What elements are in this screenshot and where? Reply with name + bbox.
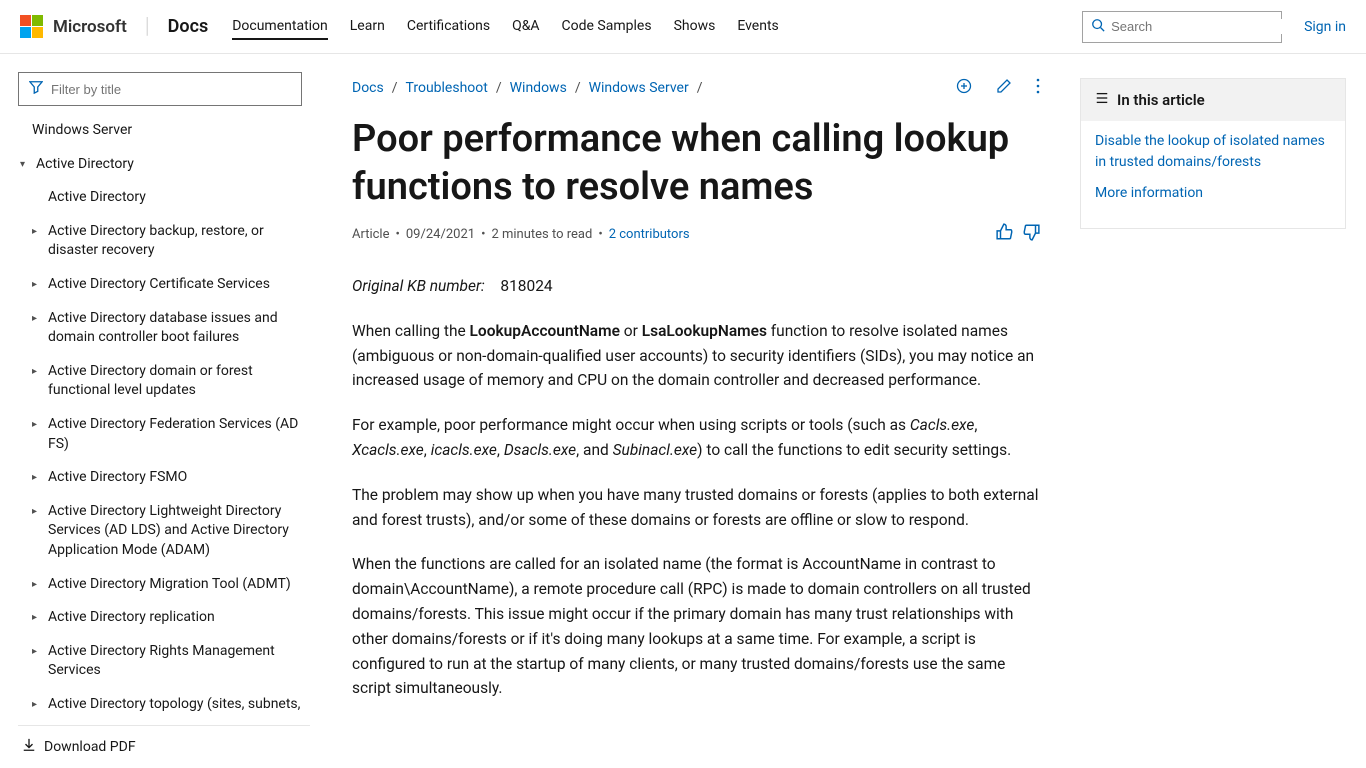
article-actions: [956, 78, 1040, 98]
search-icon: [1091, 18, 1105, 36]
chevron-right-icon: ▸: [32, 278, 46, 292]
contributors-link[interactable]: 2 contributors: [609, 227, 690, 242]
nav-documentation[interactable]: Documentation: [232, 14, 328, 40]
tree-item[interactable]: Active Directory: [18, 181, 306, 215]
download-icon: [22, 738, 36, 756]
microsoft-logo-icon: [20, 15, 43, 38]
toc-tree: Windows Server ▾Active Directory Active …: [18, 114, 310, 725]
tree-item[interactable]: ▸Active Directory domain or forest funct…: [18, 355, 306, 408]
nav-qa[interactable]: Q&A: [512, 14, 539, 40]
filter-input[interactable]: [51, 82, 291, 97]
breadcrumb-link[interactable]: Troubleshoot: [406, 80, 488, 96]
nav-code-samples[interactable]: Code Samples: [562, 14, 652, 40]
microsoft-logo[interactable]: Microsoft: [20, 15, 127, 38]
breadcrumb-link[interactable]: Docs: [352, 80, 384, 96]
chevron-right-icon: ▸: [32, 471, 46, 485]
article-main: Docs/ Troubleshoot/ Windows/ Windows Ser…: [310, 54, 1076, 768]
chevron-down-icon: ▾: [20, 158, 34, 172]
tree-item[interactable]: ▸Active Directory Lightweight Directory …: [18, 495, 306, 568]
nav-shows[interactable]: Shows: [674, 14, 716, 40]
separator: |: [145, 14, 150, 39]
chevron-right-icon: ▸: [32, 225, 46, 239]
tree-item[interactable]: ▸Active Directory Certificate Services: [18, 268, 306, 302]
breadcrumb: Docs/ Troubleshoot/ Windows/ Windows Ser…: [352, 80, 703, 96]
nav-events[interactable]: Events: [737, 14, 778, 40]
nav-certifications[interactable]: Certifications: [407, 14, 490, 40]
tree-item[interactable]: ▸Active Directory database issues and do…: [18, 302, 306, 355]
tree-item[interactable]: ▸Active Directory backup, restore, or di…: [18, 215, 306, 268]
breadcrumb-link[interactable]: Windows: [510, 80, 567, 96]
chevron-right-icon: ▸: [32, 365, 46, 379]
tree-item[interactable]: ▸Active Directory Federation Services (A…: [18, 408, 306, 461]
edit-icon[interactable]: [996, 78, 1012, 98]
chevron-right-icon: ▸: [32, 418, 46, 432]
tree-item[interactable]: ▸Active Directory replication: [18, 601, 306, 635]
breadcrumb-link[interactable]: Windows Server: [589, 80, 689, 96]
chevron-right-icon: ▸: [32, 312, 46, 326]
add-collection-icon[interactable]: [956, 78, 972, 98]
sign-in-link[interactable]: Sign in: [1304, 19, 1346, 35]
left-sidebar: Windows Server ▾Active Directory Active …: [0, 54, 310, 768]
kb-number-line: Original KB number: 818024: [352, 274, 1040, 299]
article-body: Original KB number: 818024 When calling …: [352, 274, 1040, 701]
feedback-buttons: [996, 223, 1040, 246]
global-header: Microsoft | Docs Documentation Learn Cer…: [0, 0, 1366, 54]
thumbs-up-icon[interactable]: [996, 223, 1014, 246]
filter-icon: [29, 80, 43, 98]
docs-home-link[interactable]: Docs: [168, 16, 209, 37]
more-icon[interactable]: [1036, 78, 1040, 98]
chevron-right-icon: ▸: [32, 645, 46, 659]
paragraph: For example, poor performance might occu…: [352, 413, 1040, 463]
brand-label: Microsoft: [53, 17, 127, 37]
tree-section[interactable]: ▾Active Directory: [18, 148, 306, 182]
thumbs-down-icon[interactable]: [1022, 223, 1040, 246]
toc-heading: In this article: [1081, 79, 1345, 121]
toc-link[interactable]: Disable the lookup of isolated names in …: [1095, 131, 1331, 173]
list-icon: [1095, 91, 1109, 109]
tree-item[interactable]: ▸Active Directory FSMO: [18, 461, 306, 495]
tree-root[interactable]: Windows Server: [18, 114, 306, 148]
filter-box[interactable]: [18, 72, 302, 106]
article-meta: Article• 09/24/2021• 2 minutes to read• …: [352, 227, 690, 242]
paragraph: When calling the LookupAccountName or Ls…: [352, 319, 1040, 393]
global-search[interactable]: [1082, 11, 1282, 43]
chevron-right-icon: ▸: [32, 578, 46, 592]
top-nav: Documentation Learn Certifications Q&A C…: [232, 14, 779, 40]
toc-link[interactable]: More information: [1095, 183, 1331, 204]
in-this-article: In this article Disable the lookup of is…: [1080, 78, 1346, 229]
paragraph: The problem may show up when you have ma…: [352, 483, 1040, 533]
right-sidebar: In this article Disable the lookup of is…: [1076, 54, 1366, 768]
chevron-right-icon: ▸: [32, 698, 46, 712]
tree-item[interactable]: ▸Active Directory Migration Tool (ADMT): [18, 568, 306, 602]
search-input[interactable]: [1111, 19, 1287, 34]
tree-item[interactable]: ▸Active Directory Rights Management Serv…: [18, 635, 306, 688]
chevron-right-icon: ▸: [32, 505, 46, 519]
paragraph: When the functions are called for an iso…: [352, 552, 1040, 701]
download-pdf-button[interactable]: Download PDF: [18, 725, 310, 768]
chevron-right-icon: ▸: [32, 611, 46, 625]
tree-item[interactable]: ▸Active Directory topology (sites, subne…: [18, 688, 306, 722]
page-title: Poor performance when calling lookup fun…: [352, 116, 1040, 211]
nav-learn[interactable]: Learn: [350, 14, 385, 40]
